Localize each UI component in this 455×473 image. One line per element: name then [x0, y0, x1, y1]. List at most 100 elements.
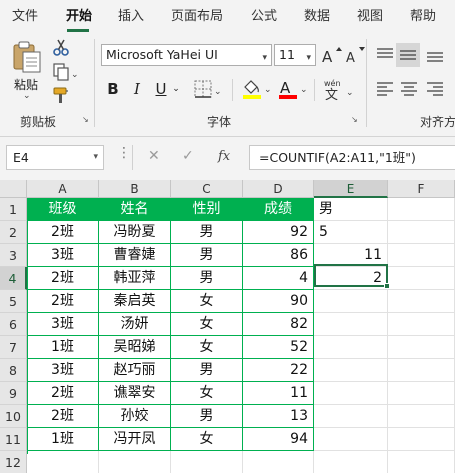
cell-a3[interactable]: 3班 — [27, 244, 99, 267]
cell-a2[interactable]: 2班 — [27, 221, 99, 244]
more-options-icon[interactable]: ⋮ — [117, 145, 131, 161]
cell-c8[interactable]: 男 — [171, 359, 243, 382]
underline-dropdown[interactable]: ⌄ — [171, 77, 181, 101]
insert-function-icon[interactable]: fx — [218, 149, 230, 164]
tab-formulas[interactable]: 公式 — [251, 0, 277, 33]
cell-a8[interactable]: 3班 — [27, 359, 99, 382]
cell-b2[interactable]: 冯盼夏 — [99, 221, 171, 244]
cell-c3[interactable]: 男 — [171, 244, 243, 267]
align-bottom-button[interactable] — [424, 45, 446, 69]
font-name-dropdown[interactable]: Microsoft YaHei UI ▾ — [101, 44, 272, 66]
cell-f8[interactable] — [388, 359, 455, 382]
cell-f9[interactable] — [388, 382, 455, 405]
cell-c2[interactable]: 男 — [171, 221, 243, 244]
increase-font-button[interactable]: A — [322, 45, 344, 69]
clipboard-launcher-icon[interactable]: ↘ — [82, 115, 92, 125]
column-header-a[interactable]: A — [27, 180, 99, 198]
formula-input[interactable]: =COUNTIF(A2:A11,"1班") — [249, 145, 455, 170]
cell-a10[interactable]: 2班 — [27, 405, 99, 428]
cell-e2[interactable]: 5 — [314, 221, 388, 244]
row-header-6[interactable]: 6 — [0, 313, 27, 336]
cell-c7[interactable]: 女 — [171, 336, 243, 359]
cell-d7[interactable]: 52 — [243, 336, 314, 359]
cell-e6[interactable] — [314, 313, 388, 336]
cell-c12[interactable] — [171, 451, 243, 473]
cell-d8[interactable]: 22 — [243, 359, 314, 382]
align-left-button[interactable] — [374, 79, 396, 103]
cell-e5[interactable] — [314, 290, 388, 313]
cell-c6[interactable]: 女 — [171, 313, 243, 336]
cell-a9[interactable]: 2班 — [27, 382, 99, 405]
cell-e7[interactable] — [314, 336, 388, 359]
cell-e11[interactable] — [314, 428, 388, 451]
format-painter-button[interactable] — [52, 87, 70, 109]
cell-d6[interactable]: 82 — [243, 313, 314, 336]
cell-b12[interactable] — [99, 451, 171, 473]
cell-b8[interactable]: 赵巧丽 — [99, 359, 171, 382]
cell-e1[interactable]: 男 — [314, 198, 388, 221]
cell-b4[interactable]: 韩亚萍 — [99, 267, 171, 290]
cell-a12[interactable] — [27, 451, 99, 473]
column-header-d[interactable]: D — [243, 180, 314, 198]
cell-b7[interactable]: 吴昭娣 — [99, 336, 171, 359]
cell-b9[interactable]: 谯翠安 — [99, 382, 171, 405]
phonetic-guide-button[interactable]: wén 文 ⌄ — [322, 77, 356, 105]
copy-button[interactable]: ⌄ — [52, 63, 79, 85]
cell-d1[interactable]: 成绩 — [243, 198, 314, 221]
cell-c10[interactable]: 男 — [171, 405, 243, 428]
cell-e10[interactable] — [314, 405, 388, 428]
tab-data[interactable]: 数据 — [304, 0, 330, 33]
underline-button[interactable]: U — [152, 77, 170, 101]
row-header-5[interactable]: 5 — [0, 290, 27, 313]
cell-c5[interactable]: 女 — [171, 290, 243, 313]
align-top-button[interactable] — [374, 45, 396, 69]
cell-f4[interactable] — [388, 267, 455, 290]
tab-view[interactable]: 视图 — [357, 0, 383, 33]
cell-c1[interactable]: 性别 — [171, 198, 243, 221]
cell-f11[interactable] — [388, 428, 455, 451]
cell-f12[interactable] — [388, 451, 455, 473]
fill-handle[interactable] — [384, 283, 390, 289]
row-header-9[interactable]: 9 — [0, 382, 27, 405]
cell-f5[interactable] — [388, 290, 455, 313]
font-size-dropdown[interactable]: 11 ▾ — [274, 44, 316, 66]
row-header-1[interactable]: 1 — [0, 198, 27, 221]
paste-button[interactable] — [12, 41, 42, 77]
cell-f2[interactable] — [388, 221, 455, 244]
cell-a1[interactable]: 班级 — [27, 198, 99, 221]
column-header-e[interactable]: E — [314, 180, 388, 198]
cell-c11[interactable]: 女 — [171, 428, 243, 451]
row-header-11[interactable]: 11 — [0, 428, 27, 451]
align-center-button[interactable] — [398, 79, 420, 103]
cell-e8[interactable] — [314, 359, 388, 382]
cancel-icon[interactable]: ✕ — [148, 148, 160, 164]
cell-c4[interactable]: 男 — [171, 267, 243, 290]
cell-b11[interactable]: 冯开凤 — [99, 428, 171, 451]
cell-d12[interactable] — [243, 451, 314, 473]
cell-d4[interactable]: 4 — [243, 267, 314, 290]
borders-button[interactable]: ⌄ — [194, 80, 224, 102]
cell-d5[interactable]: 90 — [243, 290, 314, 313]
tab-help[interactable]: 帮助 — [410, 0, 436, 33]
cell-f10[interactable] — [388, 405, 455, 428]
select-all-corner[interactable] — [0, 180, 27, 198]
cell-e9[interactable] — [314, 382, 388, 405]
paste-dropdown-arrow[interactable]: ⌄ — [23, 91, 31, 101]
tab-page-layout[interactable]: 页面布局 — [171, 0, 223, 33]
cell-f3[interactable] — [388, 244, 455, 267]
cell-b6[interactable]: 汤妍 — [99, 313, 171, 336]
cell-e12[interactable] — [314, 451, 388, 473]
cell-d9[interactable]: 11 — [243, 382, 314, 405]
cell-b5[interactable]: 秦启英 — [99, 290, 171, 313]
chevron-down-icon[interactable]: ▾ — [93, 146, 98, 169]
font-launcher-icon[interactable]: ↘ — [351, 115, 361, 125]
cell-b10[interactable]: 孙姣 — [99, 405, 171, 428]
row-header-10[interactable]: 10 — [0, 405, 27, 428]
cell-a5[interactable]: 2班 — [27, 290, 99, 313]
cell-a11[interactable]: 1班 — [27, 428, 99, 451]
enter-icon[interactable]: ✓ — [182, 148, 194, 164]
cell-a4[interactable]: 2班 — [27, 267, 99, 290]
row-header-12[interactable]: 12 — [0, 451, 27, 473]
tab-insert[interactable]: 插入 — [118, 0, 144, 33]
cell-a6[interactable]: 3班 — [27, 313, 99, 336]
